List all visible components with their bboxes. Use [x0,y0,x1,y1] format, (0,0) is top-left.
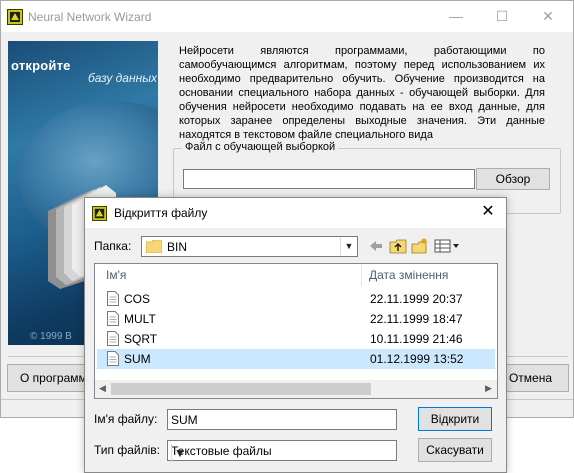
scroll-right-icon[interactable]: ▶ [485,383,492,394]
training-file-group-label: Файл с обучающей выборкой [182,141,339,153]
wizard-title: Neural Network Wizard [28,10,152,24]
view-menu-icon[interactable] [434,238,460,254]
close-icon[interactable]: ✕ [525,1,571,32]
file-icon [107,291,119,306]
splash-subline: базу данных [88,71,158,85]
current-folder: BIN [167,240,188,254]
scrollbar-thumb[interactable] [111,383,371,395]
open-button[interactable]: Відкрити [418,407,492,431]
sort-indicator-icon: ⌃ [223,264,231,268]
column-header-date[interactable]: Дата змінення [369,264,448,286]
column-header-name[interactable]: Ім'я [106,264,126,286]
file-name: MULT [124,312,156,326]
file-icon [107,351,119,366]
file-name: SQRT [124,332,158,346]
back-arrow-icon[interactable] [368,238,384,254]
filename-input[interactable]: SUM [167,409,397,430]
filetype-label: Тип файлів: [94,443,160,457]
file-date: 01.12.1999 13:52 [370,352,464,366]
file-icon [107,331,119,346]
file-row[interactable]: MULT 22.11.1999 18:47 [97,309,495,329]
file-name: COS [124,292,151,306]
splash-copyright: © 1999 B [30,331,72,342]
splash-headline: откройте [11,58,71,73]
folder-select[interactable]: BIN ▼ [141,236,358,257]
open-file-dialog: Відкриття файлу ✕ Папка: BIN ▼ ⌃ Ім'я Да… [84,197,507,473]
new-folder-icon[interactable] [411,238,429,254]
chevron-down-icon[interactable]: ▼ [171,444,188,463]
intro-text: Нейросети являются программами, работающ… [179,45,545,141]
file-date: 22.11.1999 18:47 [370,312,463,326]
file-name: SUM [124,352,151,366]
wizard-titlebar: Neural Network Wizard — ☐ ✕ [1,1,573,32]
filetype-select[interactable]: Текстовые файлы ▼ [167,440,397,463]
folder-label: Папка: [94,239,132,253]
file-row[interactable]: COS 22.11.1999 20:37 [97,289,495,309]
filename-value: SUM [171,413,198,427]
filename-label: Ім'я файлу: [94,412,158,426]
cancel-button[interactable]: Скасувати [418,438,492,462]
chevron-down-icon[interactable]: ▼ [340,237,357,256]
close-icon[interactable]: ✕ [478,202,498,222]
column-divider[interactable] [361,264,362,286]
horizontal-scrollbar[interactable]: ◀ ▶ [95,380,497,398]
file-date: 10.11.1999 21:46 [370,332,463,346]
file-row[interactable]: SQRT 10.11.1999 21:46 [97,329,495,349]
app-icon [7,9,23,25]
file-list[interactable]: ⌃ Ім'я Дата змінення COS 22.11.1999 20:3… [94,263,498,399]
file-row-selected[interactable]: SUM 01.12.1999 13:52 [97,349,495,369]
dialog-titlebar: Відкриття файлу ✕ [85,198,506,228]
scroll-left-icon[interactable]: ◀ [99,383,106,394]
browse-button[interactable]: Обзор [476,168,550,190]
file-icon [107,311,119,326]
app-icon [92,206,107,221]
training-file-input[interactable] [183,169,475,189]
file-date: 22.11.1999 20:37 [370,292,463,306]
folder-icon [146,240,162,253]
minimize-icon[interactable]: — [433,1,479,32]
up-folder-icon[interactable] [389,238,407,254]
maximize-icon[interactable]: ☐ [479,1,525,32]
dialog-title: Відкриття файлу [114,206,208,220]
